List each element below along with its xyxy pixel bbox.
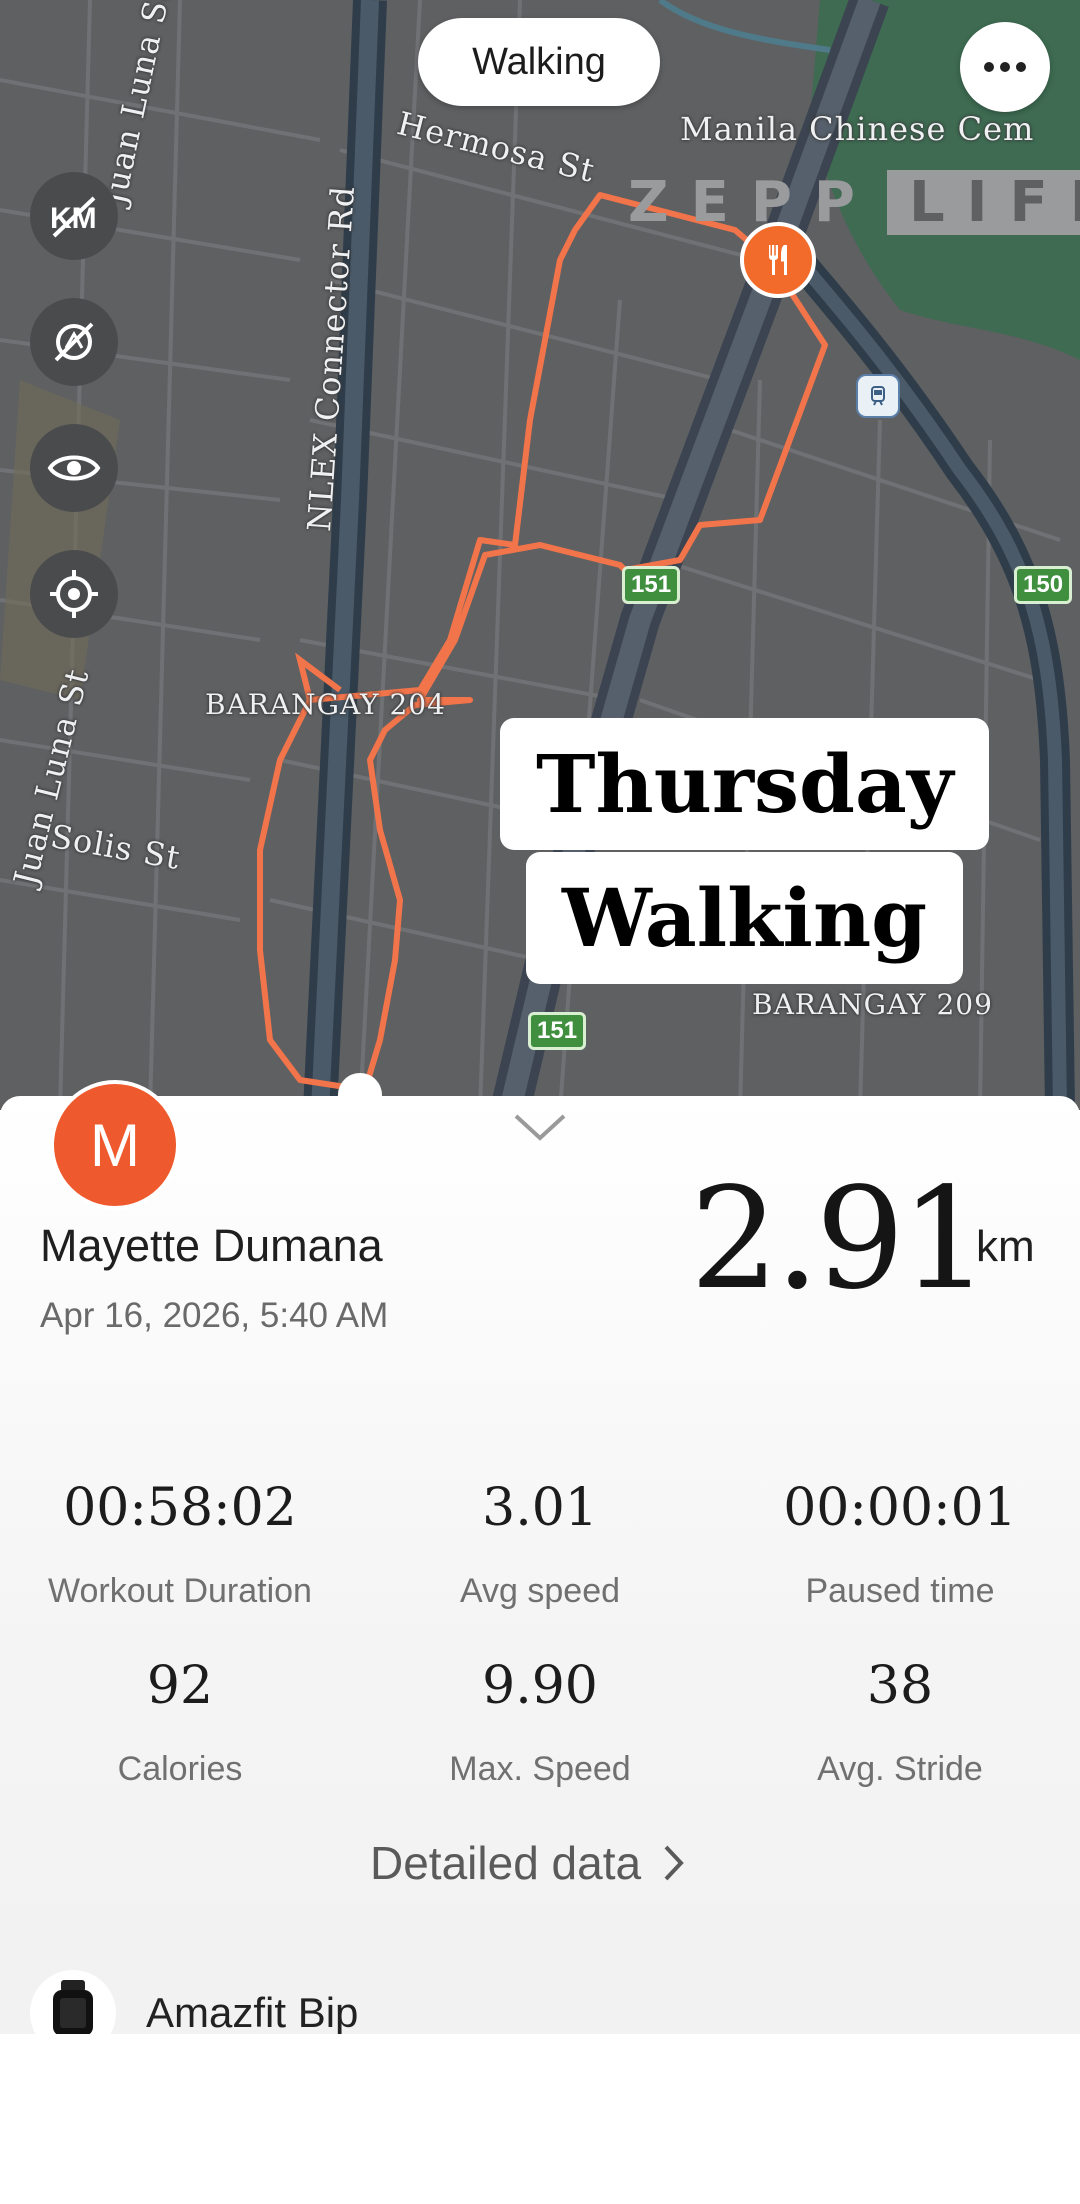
stat-label-paused-time: Paused time — [805, 1572, 995, 1610]
toggle-pace-button[interactable] — [30, 298, 118, 386]
toggle-visibility-button[interactable] — [30, 424, 118, 512]
stat-value-max-speed: 9.90 — [482, 1656, 598, 1716]
bottom-blank-area — [0, 2034, 1080, 2204]
more-options-button[interactable] — [960, 22, 1050, 112]
stat-value-calories: 92 — [146, 1656, 214, 1716]
chevron-right-icon — [664, 1845, 684, 1881]
distance-unit: km — [976, 1222, 1035, 1271]
stat-label-avg-speed: Avg speed — [459, 1572, 621, 1610]
route-shield: 151 — [528, 1012, 587, 1050]
route-map[interactable]: Juan Luna St Hermosa St NLEX Connector R… — [0, 0, 1080, 1110]
caption-line-2: Walking — [526, 852, 964, 984]
stat-value-duration: 00:58:02 — [63, 1478, 297, 1538]
hide-distance-icon: KM — [50, 196, 97, 238]
stat-value-paused-time: 00:00:01 — [783, 1478, 1017, 1538]
cemetery-label: Manila Chinese Cem — [680, 110, 1035, 148]
locate-icon — [50, 570, 98, 618]
watermark-right: LIFE — [886, 170, 1080, 235]
avatar[interactable]: M — [50, 1080, 180, 1210]
toggle-distance-markers-button[interactable]: KM — [30, 172, 118, 260]
eye-icon — [47, 455, 101, 481]
zepp-life-watermark: ZEPPLIFE — [628, 170, 1080, 235]
locate-button[interactable] — [30, 550, 118, 638]
watermark-left: ZEPP — [628, 170, 877, 235]
caption-line-1: Thursday — [500, 718, 990, 850]
workout-datetime: Apr 16, 2026, 5:40 AM — [40, 1296, 389, 1335]
device-name: Amazfit Bip — [146, 1989, 359, 2036]
distance-value: 2.91 — [690, 1158, 990, 1321]
user-name: Mayette Dumana — [40, 1220, 383, 1271]
barangay-label: BARANGAY 204 — [205, 688, 446, 721]
restaurant-poi-icon[interactable] — [740, 222, 816, 298]
more-dots-icon — [984, 62, 1026, 72]
route-shield: 150 — [1014, 566, 1073, 604]
stat-label-avg-stride: Avg. Stride — [817, 1750, 983, 1788]
detailed-data-label: Detailed data — [370, 1837, 642, 1889]
hide-pace-icon — [54, 322, 94, 362]
workout-mode-pill[interactable]: Walking — [418, 18, 660, 106]
stat-label-duration: Workout Duration — [48, 1572, 312, 1610]
route-shield: 151 — [622, 566, 681, 604]
stat-value-avg-stride: 38 — [866, 1656, 934, 1716]
barangay-label: BARANGAY 209 — [752, 988, 993, 1021]
stat-value-avg-speed: 3.01 — [482, 1478, 598, 1538]
stat-label-calories: Calories — [117, 1750, 243, 1788]
chevron-down-icon — [514, 1114, 566, 1141]
collapse-sheet-button[interactable] — [512, 1112, 568, 1147]
transit-station-icon[interactable] — [856, 374, 900, 418]
detailed-data-link[interactable]: Detailed data — [370, 1836, 685, 1890]
stat-label-max-speed: Max. Speed — [449, 1750, 631, 1788]
